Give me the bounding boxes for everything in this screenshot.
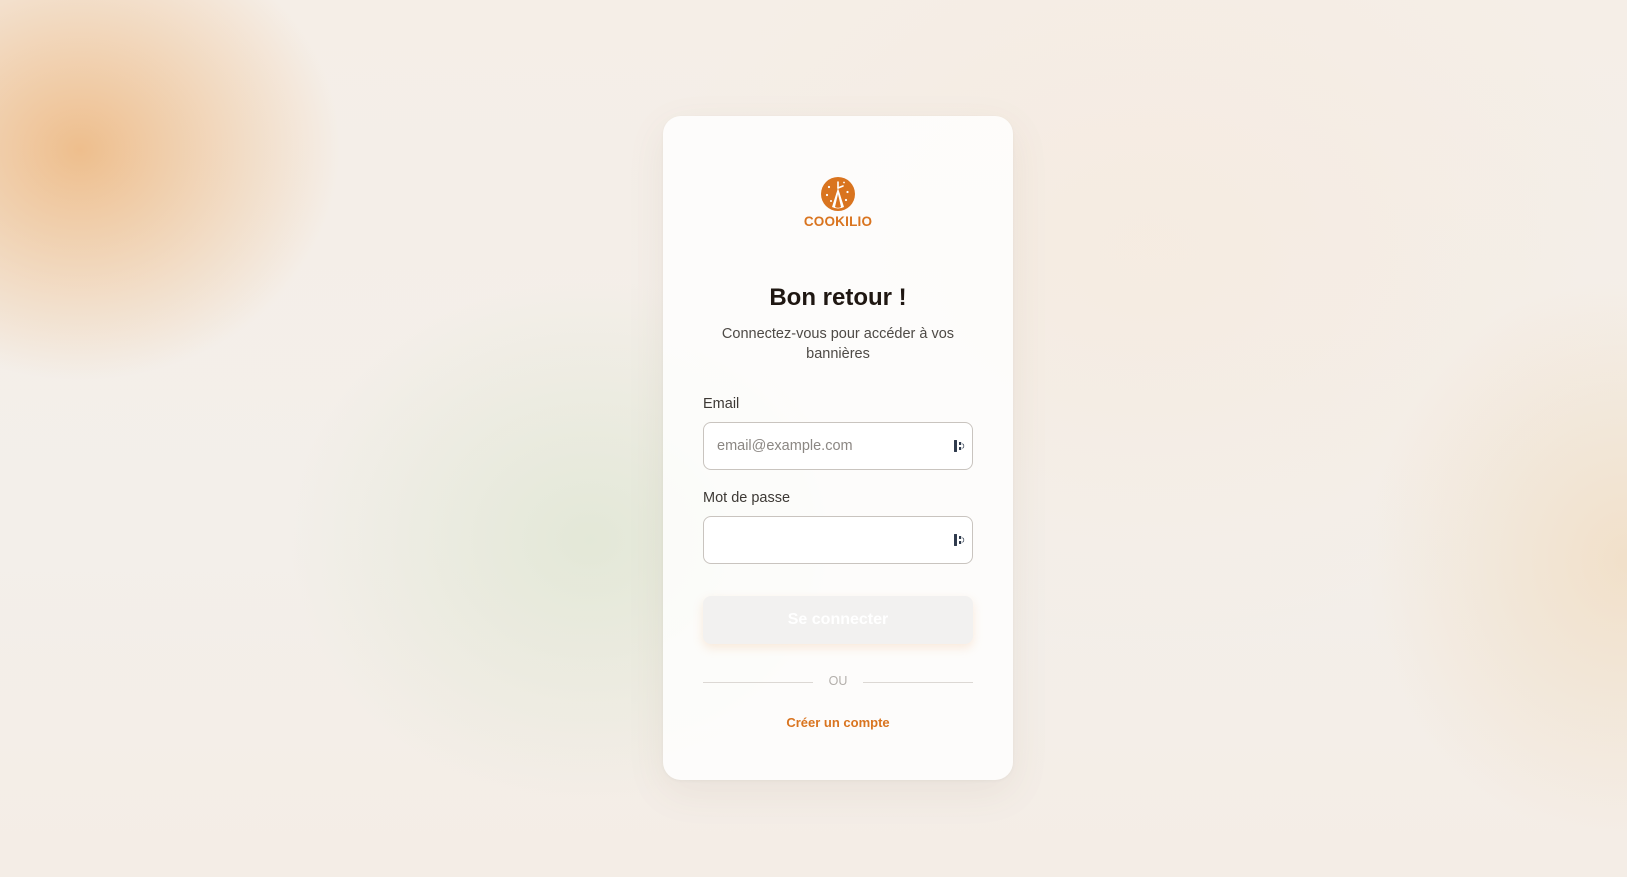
brand-logo: COOKILIO [663,176,1013,229]
create-account-link[interactable]: Créer un compte [663,715,1013,730]
divider-line-right [863,682,973,683]
email-field-wrapper [703,422,973,470]
cookie-shield-logo-icon [821,177,855,211]
password-manager-icon[interactable] [952,532,968,548]
page-title: Bon retour ! [769,284,907,311]
login-button[interactable]: Se connecter [703,596,973,644]
password-field-wrapper [703,516,973,564]
password-manager-icon[interactable] [952,438,968,454]
login-card: COOKILIO Bon retour ! Connectez-vous pou… [663,116,1013,780]
password-input[interactable] [704,517,947,563]
email-input[interactable] [704,423,947,469]
or-divider: OU [703,674,973,690]
password-label: Mot de passe [703,490,791,506]
divider-text: OU [828,674,848,688]
email-label: Email [703,396,740,412]
brand-name: COOKILIO [803,214,873,229]
page-subtitle: Connectez-vous pour accéder à vos banniè… [721,326,955,362]
